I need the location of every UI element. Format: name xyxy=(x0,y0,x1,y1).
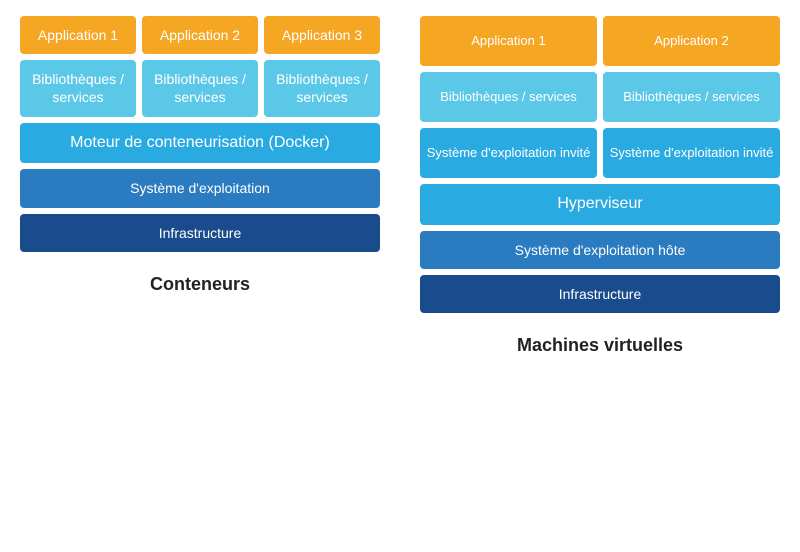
apps-row: Application 1 Application 2 Application … xyxy=(20,16,380,54)
lib2-block: Bibliothèques / services xyxy=(142,60,258,116)
engine-row: Moteur de conteneurisation (Docker) xyxy=(20,123,380,164)
vm-infra-row: Infrastructure xyxy=(420,275,780,313)
vm-diagram: Application 1 Application 2 Bibliothèque… xyxy=(420,16,780,356)
hypervisor-block: Hyperviseur xyxy=(420,184,780,225)
vm-infra-block: Infrastructure xyxy=(420,275,780,313)
app3-block: Application 3 xyxy=(264,16,380,54)
vm-libs-row: Bibliothèques / services Bibliothèques /… xyxy=(420,72,780,122)
infra-row: Infrastructure xyxy=(20,214,380,252)
hostos-block: Système d'exploitation hôte xyxy=(420,231,780,269)
lib3-block: Bibliothèques / services xyxy=(264,60,380,116)
vm-guestos1-block: Système d'exploitation invité xyxy=(420,128,597,178)
lib1-block: Bibliothèques / services xyxy=(20,60,136,116)
infra-block: Infrastructure xyxy=(20,214,380,252)
libs-row: Bibliothèques / services Bibliothèques /… xyxy=(20,60,380,116)
hostos-row: Système d'exploitation hôte xyxy=(420,231,780,269)
hypervisor-row: Hyperviseur xyxy=(420,184,780,225)
os-block: Système d'exploitation xyxy=(20,169,380,207)
right-title: Machines virtuelles xyxy=(420,329,780,356)
os-row: Système d'exploitation xyxy=(20,169,380,207)
vm-lib2-block: Bibliothèques / services xyxy=(603,72,780,122)
engine-block: Moteur de conteneurisation (Docker) xyxy=(20,123,380,164)
vm-lib1-block: Bibliothèques / services xyxy=(420,72,597,122)
app1-block: Application 1 xyxy=(20,16,136,54)
vm-app2-block: Application 2 xyxy=(603,16,780,66)
vm-apps-row: Application 1 Application 2 xyxy=(420,16,780,66)
vm-app1-block: Application 1 xyxy=(420,16,597,66)
app2-block: Application 2 xyxy=(142,16,258,54)
main-container: Application 1 Application 2 Application … xyxy=(20,16,780,356)
vm-guestos2-block: Système d'exploitation invité xyxy=(603,128,780,178)
vm-guestos-row: Système d'exploitation invité Système d'… xyxy=(420,128,780,178)
containers-diagram: Application 1 Application 2 Application … xyxy=(20,16,380,356)
left-title: Conteneurs xyxy=(20,268,380,295)
